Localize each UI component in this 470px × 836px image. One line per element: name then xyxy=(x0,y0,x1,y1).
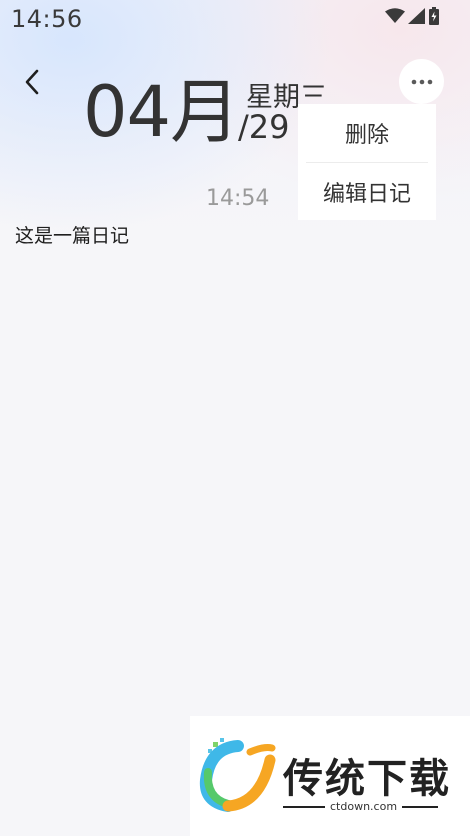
watermark-brand: 传统下载 xyxy=(283,756,451,802)
watermark-rule-right xyxy=(402,806,438,808)
watermark-site: ctdown.com xyxy=(330,800,398,813)
more-options-button[interactable] xyxy=(399,59,444,104)
entry-time: 14:54 xyxy=(206,186,270,211)
battery-icon xyxy=(429,7,439,25)
back-button[interactable] xyxy=(12,60,52,104)
more-horizontal-icon xyxy=(411,79,432,84)
date-month: 04月 xyxy=(83,71,240,153)
options-menu: 删除 编辑日记 xyxy=(298,104,436,220)
cellular-signal-icon xyxy=(408,8,425,24)
status-icons xyxy=(385,7,440,25)
ctdown-logo-icon xyxy=(199,738,276,812)
watermark-rule-left xyxy=(283,806,325,808)
wifi-icon xyxy=(385,8,405,23)
status-time: 14:56 xyxy=(11,5,83,33)
menu-item-delete[interactable]: 删除 xyxy=(298,104,436,162)
date-day: /29 xyxy=(238,108,290,146)
entry-content: 这是一篇日记 xyxy=(15,225,130,247)
status-bar: 14:56 xyxy=(0,0,470,40)
watermark-banner: 传统下载 ctdown.com xyxy=(190,716,470,836)
chevron-left-icon xyxy=(25,69,39,95)
menu-item-edit-diary[interactable]: 编辑日记 xyxy=(298,163,436,221)
